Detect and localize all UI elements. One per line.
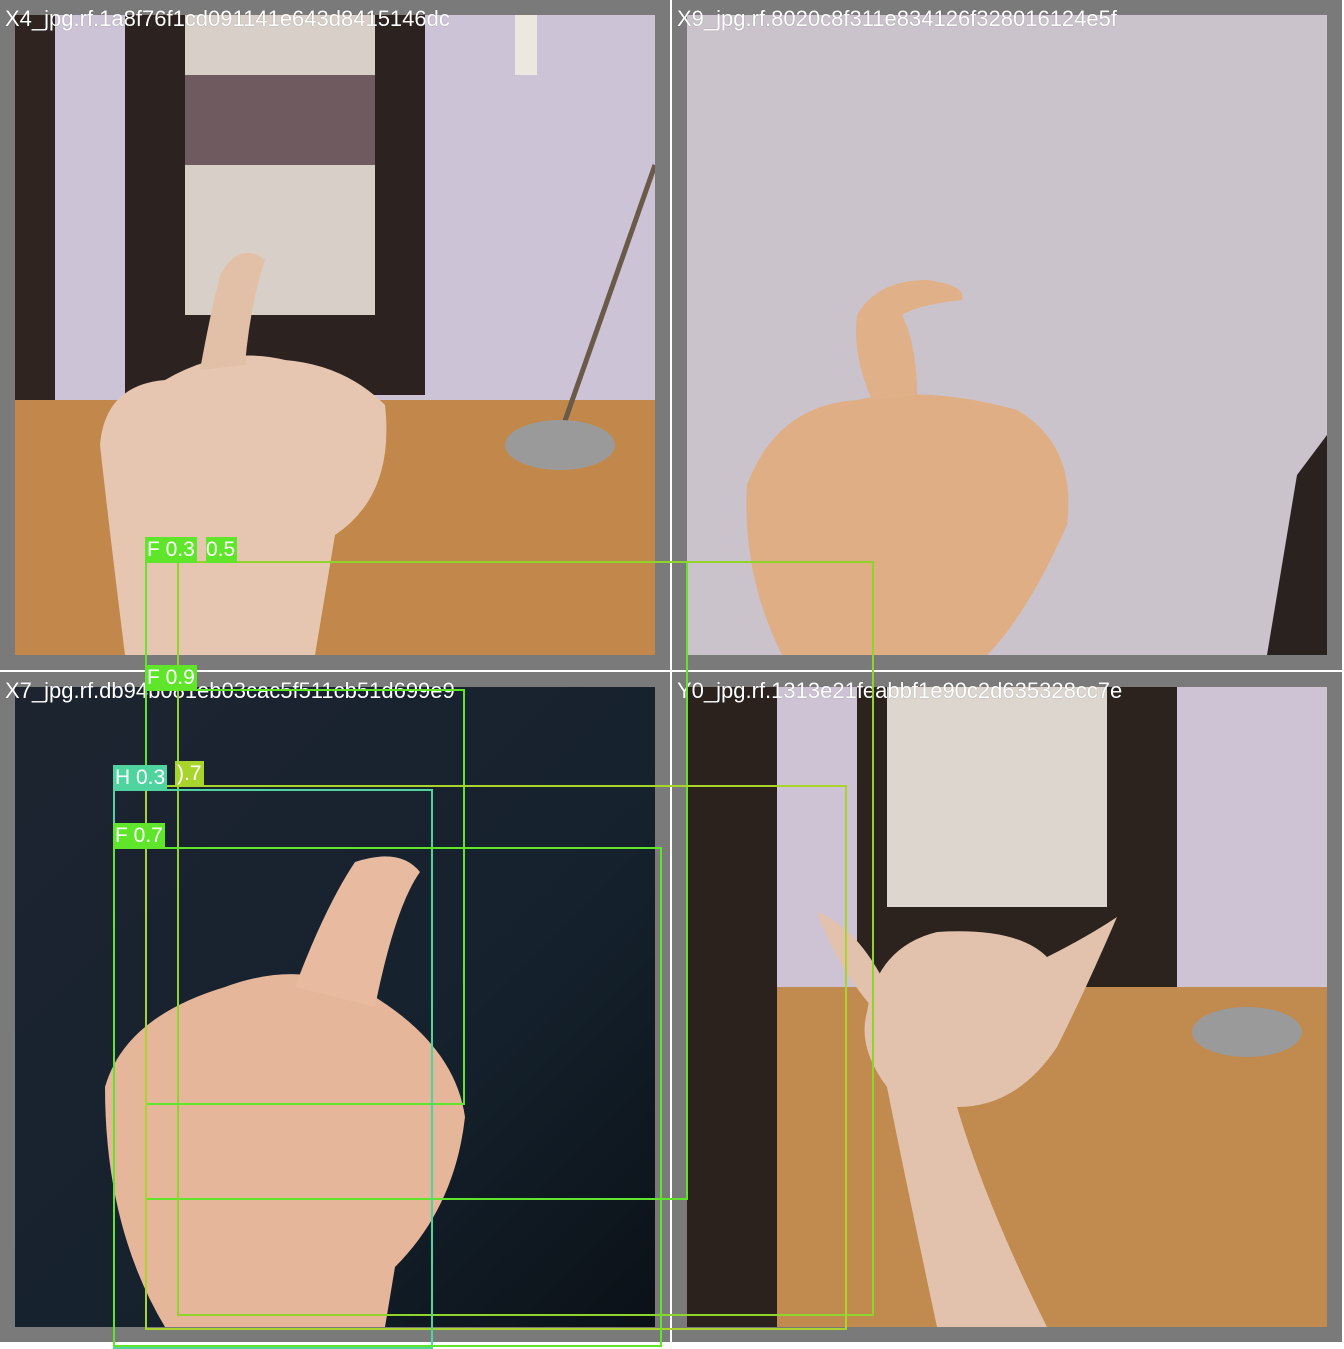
image-filename: X9_jpg.rf.8020c8f311e834126f328016124e5f <box>677 6 1117 31</box>
detection-label: 0.5 <box>206 537 238 563</box>
detection-label: F 0.9 <box>145 665 197 691</box>
detection-label: F 0.7 <box>113 823 165 849</box>
detection-box <box>113 847 662 1347</box>
photo-hand-x9 <box>687 15 1327 655</box>
detection-label: ).7 <box>175 761 204 787</box>
detection-label: H 0.3 <box>113 765 168 791</box>
detection-label: F 0.3 <box>145 537 197 563</box>
image-filename: X4_jpg.rf.1a8f76f1cd091141e643d8415146dc <box>5 6 450 31</box>
photo-hand-x4 <box>15 15 655 655</box>
